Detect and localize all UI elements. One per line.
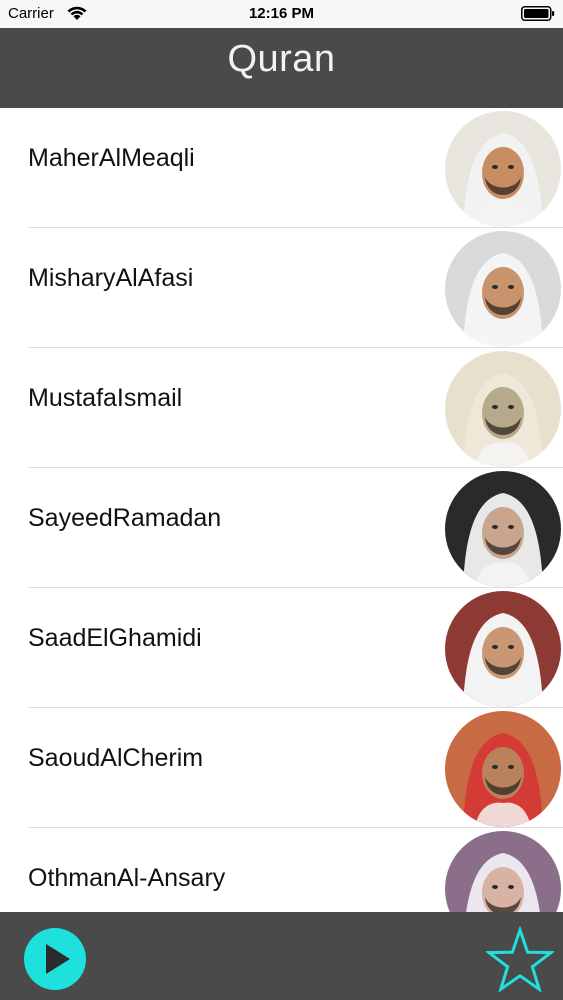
- reciter-avatar: [445, 711, 561, 827]
- favorite-button[interactable]: [486, 926, 554, 994]
- reciter-avatar: [445, 111, 561, 227]
- play-button[interactable]: [24, 928, 86, 990]
- reciter-avatar: [445, 351, 561, 467]
- reciter-row[interactable]: MisharyAlAfasi: [0, 228, 563, 348]
- reciter-name: OthmanAl-Ansary: [28, 864, 226, 892]
- reciter-row[interactable]: MustafaIsmail: [0, 348, 563, 468]
- reciter-name: SayeedRamadan: [28, 504, 222, 532]
- reciter-avatar: [445, 831, 561, 912]
- reciter-photo-icon: [445, 231, 561, 347]
- reciter-photo-icon: [445, 831, 561, 912]
- app-screen: Carrier 12:16 PM Quran MaherAlMeaqli Mish…: [0, 0, 563, 1000]
- reciter-name: MaherAlMeaqli: [28, 144, 195, 172]
- reciter-row[interactable]: SayeedRamadan: [0, 468, 563, 588]
- reciter-row[interactable]: SaadElGhamidi: [0, 588, 563, 708]
- reciter-row[interactable]: MaherAlMeaqli: [0, 108, 563, 228]
- reciter-avatar: [445, 591, 561, 707]
- reciter-name: MisharyAlAfasi: [28, 264, 194, 292]
- reciter-photo-icon: [445, 591, 561, 707]
- app-header: Quran: [0, 28, 563, 108]
- reciter-list[interactable]: MaherAlMeaqli MisharyAlAfasi MustafaIsmail…: [0, 108, 563, 912]
- star-icon: [486, 926, 554, 993]
- reciter-name: MustafaIsmail: [28, 384, 183, 412]
- reciter-avatar: [445, 471, 561, 587]
- reciter-photo-icon: [445, 111, 561, 227]
- play-icon: [46, 944, 70, 974]
- battery-icon: [521, 6, 555, 21]
- status-time: 12:16 PM: [248, 5, 315, 22]
- reciter-row[interactable]: SaoudAlCherim: [0, 708, 563, 828]
- reciter-avatar: [445, 231, 561, 347]
- reciter-row[interactable]: OthmanAl-Ansary: [0, 828, 563, 912]
- reciter-name: SaoudAlCherim: [28, 744, 204, 772]
- reciter-photo-icon: [445, 351, 561, 467]
- reciter-photo-icon: [445, 711, 561, 827]
- page-title: Quran: [227, 38, 336, 80]
- bottom-toolbar: [0, 912, 563, 1000]
- reciter-photo-icon: [445, 471, 561, 587]
- reciter-name: SaadElGhamidi: [28, 624, 202, 652]
- status-bar: Carrier 12:16 PM: [0, 0, 563, 28]
